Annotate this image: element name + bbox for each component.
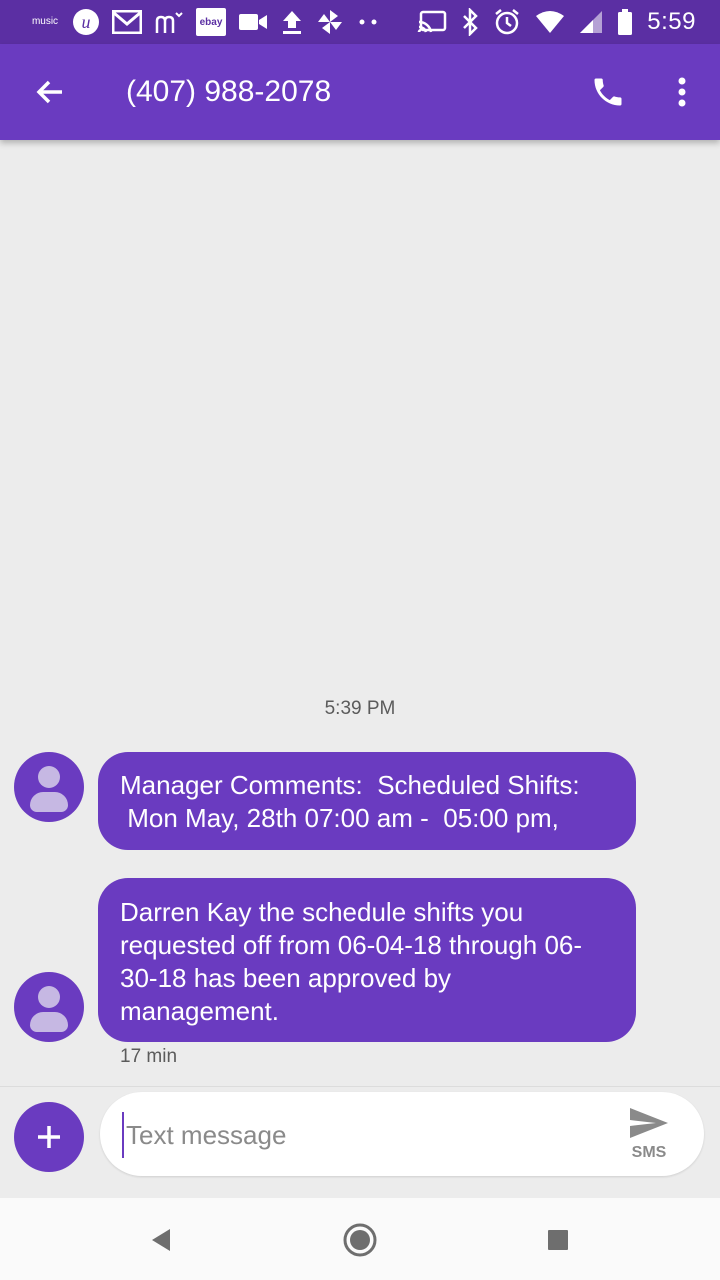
clock: 5:59	[647, 8, 696, 35]
upload-icon	[280, 9, 304, 35]
bluetooth-icon	[461, 8, 479, 36]
back-button[interactable]	[26, 68, 74, 116]
more-vert-icon	[678, 77, 686, 107]
gmail-icon	[112, 10, 142, 34]
back-triangle-icon	[152, 1229, 170, 1251]
avatar-person-body	[30, 792, 68, 812]
message-input[interactable]	[122, 1112, 608, 1158]
more-dots-icon	[356, 18, 380, 26]
send-button[interactable]: SMS	[622, 1104, 676, 1166]
message-timestamp: 5:39 PM	[324, 698, 396, 719]
avatar[interactable]	[14, 752, 84, 822]
cast-icon	[417, 10, 447, 34]
signal-icon	[579, 10, 603, 34]
composer-divider	[0, 1086, 720, 1087]
more-options-button[interactable]	[658, 68, 706, 116]
send-type-label: SMS	[631, 1144, 667, 1161]
app-bar: (407) 988-2078	[0, 44, 720, 140]
system-icons: 5:59	[417, 6, 696, 38]
avatar-person-body	[30, 1012, 68, 1032]
app-u-icon: u	[72, 8, 100, 36]
conversation-title: (407) 988-2078	[126, 75, 332, 108]
send-icon	[630, 1108, 668, 1138]
battery-icon	[617, 8, 633, 36]
amazon-music-icon: music	[31, 16, 59, 27]
m-icon	[154, 9, 184, 35]
back-arrow-icon	[36, 80, 62, 104]
home-circle-icon	[343, 1223, 377, 1257]
message-meta: 17 min	[120, 1046, 178, 1067]
phone-icon	[594, 78, 622, 106]
ebay-icon: ebay	[196, 8, 226, 36]
status-bar: music u ebay 5:59	[0, 0, 720, 44]
avatar-person-icon	[38, 766, 60, 788]
alarm-icon	[493, 8, 521, 36]
wifi-icon	[535, 10, 565, 34]
message-bubble[interactable]: Darren Kay the schedule shifts you reque…	[98, 878, 636, 1042]
avatar-person-icon	[38, 986, 60, 1008]
video-icon	[238, 12, 268, 32]
nav-back-button[interactable]	[136, 1216, 184, 1264]
navigation-bar	[0, 1198, 720, 1280]
avatar[interactable]	[14, 972, 84, 1042]
compose-bar: SMS	[100, 1092, 704, 1176]
pinwheel-icon	[316, 8, 344, 36]
nav-recents-button[interactable]	[534, 1216, 582, 1264]
svg-text:u: u	[82, 12, 91, 32]
plus-icon	[38, 1126, 60, 1148]
call-button[interactable]	[584, 68, 632, 116]
recents-square-icon	[548, 1230, 568, 1250]
message-bubble[interactable]: Manager Comments: Scheduled Shifts: Mon …	[98, 752, 636, 850]
nav-home-button[interactable]	[336, 1216, 384, 1264]
notification-icons: music u ebay	[30, 6, 380, 38]
add-attachment-button[interactable]	[14, 1102, 84, 1172]
